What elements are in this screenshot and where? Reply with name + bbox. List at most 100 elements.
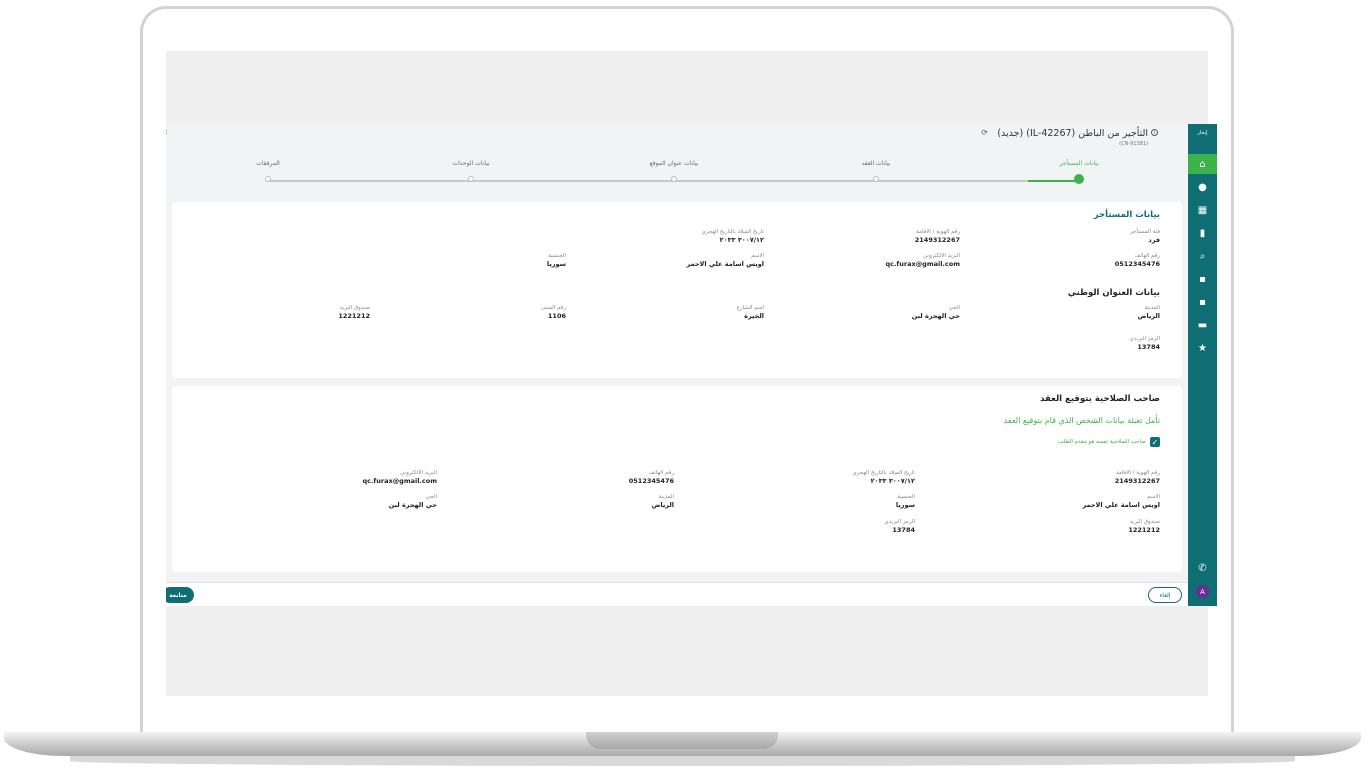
signatory-postal-code: الرمز البريدي 13784: [884, 519, 915, 535]
field-value: حي الهجرة لبن: [388, 501, 437, 509]
chevron-left-icon[interactable]: ‹: [166, 128, 168, 138]
home-icon[interactable]: ⌂: [1188, 154, 1217, 174]
avatar[interactable]: A: [1196, 585, 1209, 598]
field-label: تاريخ الميلاد بالتاريخ الهجري: [701, 229, 764, 235]
step-tenant[interactable]: بيانات المستأجر: [1019, 160, 1139, 184]
step-address[interactable]: بيانات عنوان الموقع: [614, 160, 734, 182]
field-label: الاسم: [751, 253, 764, 259]
field-value: 1221212: [338, 312, 370, 320]
field-value: 0512345476: [628, 477, 674, 485]
step-attachments[interactable]: المرفقات: [208, 160, 328, 182]
signatory-card-title: صاحب الصلاحية بتوقيع العقد: [1040, 394, 1160, 404]
field-value: حي الهجرة لبن: [911, 312, 960, 320]
circle-icon[interactable]: ●: [1188, 177, 1217, 197]
field-label: الاسم: [1147, 494, 1160, 500]
tenant-card-title: بيانات المستأجر: [1093, 210, 1160, 220]
field-value: فرد: [1148, 236, 1160, 244]
step-dot: [265, 176, 271, 182]
step-units[interactable]: بيانات الوحدات: [411, 160, 531, 182]
field-label: تاريخ الميلاد بالتاريخ الهجري: [852, 470, 915, 476]
grid-icon[interactable]: ▦: [1188, 200, 1217, 220]
field-label: الرمز البريدي: [884, 519, 915, 525]
field-label: رقم الهاتف: [648, 470, 674, 476]
field-label: الرمز البريدي: [1129, 336, 1160, 342]
field-value: qc.furax@gmail.com: [885, 260, 960, 268]
signatory-card: صاحب الصلاحية بتوقيع العقد تأمل تعبئة بي…: [172, 386, 1182, 572]
step-dot: [671, 176, 677, 182]
field-value: 0512345476: [1114, 260, 1160, 268]
phone-icon[interactable]: ✆: [1188, 558, 1217, 578]
field-value: 2149312267: [1114, 477, 1160, 485]
step-label: بيانات الوحدات: [452, 160, 490, 167]
field-label: رقم الهاتف: [1134, 253, 1160, 259]
field-label: الجنسية: [897, 494, 915, 500]
field-value: سوريا: [546, 260, 566, 268]
next-button[interactable]: متابعة: [166, 587, 194, 603]
address-city: المدينة الرياض: [1138, 305, 1160, 321]
field-label: المدينة: [658, 494, 674, 500]
field-value: ٣٠٠٧/١٢ ٢٠٣٣: [870, 477, 915, 485]
signatory-email: البريد الالكتروني qc.furax@gmail.com: [362, 470, 437, 486]
app-window: إيجار ⌂ ● ▦ ▮ ⌕ ▪ ▪ ▬ ★ ✆ A i التأجير من…: [166, 124, 1217, 606]
field-label: اسم الشارع: [736, 305, 764, 311]
info-icon[interactable]: i: [1151, 129, 1158, 136]
field-value: ٣٠٠٧/١٢ ٢٠٣٣: [719, 236, 764, 244]
step-contract[interactable]: بيانات العقد: [816, 160, 936, 182]
tenant-nationality: الجنسية سوريا: [547, 253, 566, 269]
field-value: الرياض: [1137, 312, 1160, 320]
field-label: الحي: [425, 494, 437, 500]
main-content: i التأجير من الباطن (IL-42267) (جديد) (C…: [166, 124, 1188, 606]
signatory-city: المدينة الرياض: [652, 494, 674, 510]
step-label: المرفقات: [256, 160, 280, 167]
tenant-card: بيانات المستأجر فئة المستأجر فرد رقم اله…: [172, 202, 1182, 378]
field-label: الحي: [948, 305, 960, 311]
step-label: بيانات عنوان الموقع: [649, 160, 699, 167]
search-icon[interactable]: ⌕: [1188, 246, 1217, 266]
step-dot: [468, 176, 474, 182]
checkbox[interactable]: ✓: [1150, 437, 1160, 447]
refresh-icon[interactable]: ⟳: [981, 128, 988, 137]
step-label: بيانات العقد: [861, 160, 891, 167]
document-icon[interactable]: ▪: [1188, 269, 1217, 289]
field-label: رقم الهوية / الاقامة: [1116, 470, 1160, 476]
tenant-birth-date: تاريخ الميلاد بالتاريخ الهجري ٣٠٠٧/١٢ ٢٠…: [701, 229, 764, 245]
signatory-nationality: الجنسية سوريا: [896, 494, 915, 510]
signatory-checkbox-row[interactable]: ✓ صاحب الصلاحية نفسه هو مقدم الطلب: [1058, 437, 1160, 447]
page-subtitle: (CN-91381): [1119, 141, 1148, 147]
field-label: الجنسية: [548, 253, 566, 259]
field-value: الرياض: [651, 501, 674, 509]
address-po-box: صندوق البريد 1221212: [338, 305, 370, 321]
page-title: التأجير من الباطن (IL-42267) (جديد): [997, 128, 1148, 139]
signatory-name: الاسم اويس اسامة علي الاحمر: [1082, 494, 1160, 510]
national-address-title: بيانات العنوان الوطني: [1067, 288, 1160, 298]
signatory-district: الحي حي الهجرة لبن: [389, 494, 437, 510]
signatory-mobile: رقم الهاتف 0512345476: [629, 470, 674, 486]
field-label: المدينة: [1144, 305, 1160, 311]
logo-text: إيجار: [1197, 130, 1208, 136]
field-label: رقم الهوية / الاقامة: [916, 229, 960, 235]
step-dot: [1074, 174, 1084, 184]
field-label: البريد الالكتروني: [923, 253, 960, 259]
address-district: الحي حي الهجرة لبن: [912, 305, 960, 321]
star-icon[interactable]: ★: [1188, 338, 1217, 358]
tenant-mobile: رقم الهاتف 0512345476: [1115, 253, 1160, 269]
cancel-button[interactable]: إلغاء: [1148, 587, 1182, 603]
field-value: 2149312267: [914, 236, 960, 244]
signatory-question: تأمل تعبئة بيانات الشخص الذي قام بتوقيع …: [1003, 416, 1160, 425]
sidebar: إيجار ⌂ ● ▦ ▮ ⌕ ▪ ▪ ▬ ★ ✆ A: [1188, 124, 1217, 606]
address-postal-code: الرمز البريدي 13784: [1129, 336, 1160, 352]
signatory-birth-date: تاريخ الميلاد بالتاريخ الهجري ٣٠٠٧/١٢ ٢٠…: [852, 470, 915, 486]
chat-icon[interactable]: ▬: [1188, 315, 1217, 335]
step-label: بيانات المستأجر: [1059, 160, 1099, 167]
field-value: qc.furax@gmail.com: [362, 477, 437, 485]
checkbox-label: صاحب الصلاحية نفسه هو مقدم الطلب: [1057, 439, 1146, 445]
field-value: الخيرة: [744, 312, 764, 320]
chart-icon[interactable]: ▮: [1188, 223, 1217, 243]
field-value: سوريا: [895, 501, 915, 509]
file-icon[interactable]: ▪: [1188, 292, 1217, 312]
field-value: 13784: [892, 526, 915, 534]
footer-bar: متابعة إلغاء: [166, 582, 1188, 606]
tenant-category: فئة المستأجر فرد: [1130, 229, 1160, 245]
address-building: رقم المبنى 1106: [541, 305, 566, 321]
app-logo[interactable]: إيجار: [1192, 130, 1213, 148]
